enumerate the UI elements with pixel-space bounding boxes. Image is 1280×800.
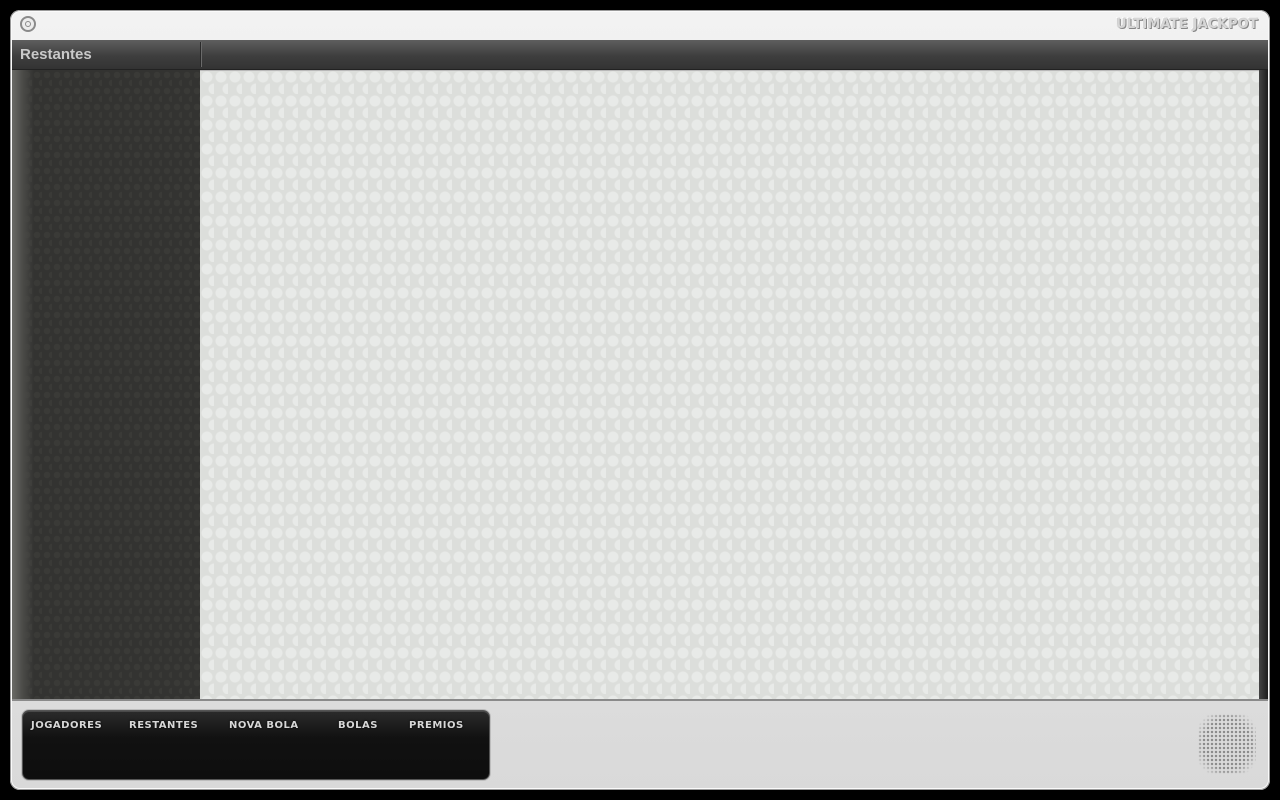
sidebar-panel	[12, 70, 200, 699]
nav-bolas[interactable]: BOLAS	[338, 720, 378, 731]
nav-restantes[interactable]: RESTANTES	[129, 720, 198, 731]
right-edge-rail	[1259, 70, 1268, 699]
speaker-grille-icon	[1198, 714, 1256, 774]
section-header: Restantes	[12, 40, 1268, 70]
sidebar-shade	[12, 70, 34, 699]
nav-nova-bola[interactable]: NOVA BOLA	[229, 720, 299, 731]
bottom-divider	[12, 699, 1268, 701]
header-divider	[200, 42, 201, 67]
title-bar: ULTIMATE JACKPOT	[10, 10, 1270, 40]
nav-premios[interactable]: PREMIOS	[409, 720, 464, 731]
target-circle-icon[interactable]	[20, 16, 36, 32]
nav-jogadores[interactable]: JOGADORES	[31, 720, 102, 731]
app-window: ULTIMATE JACKPOT Restantes JOGADORES RES…	[10, 10, 1270, 790]
page-title: Restantes	[20, 46, 92, 63]
main-content-area	[200, 70, 1259, 699]
brand-title: ULTIMATE JACKPOT	[1116, 17, 1258, 32]
bottom-nav-panel: JOGADORES RESTANTES NOVA BOLA BOLAS PREM…	[22, 710, 490, 780]
